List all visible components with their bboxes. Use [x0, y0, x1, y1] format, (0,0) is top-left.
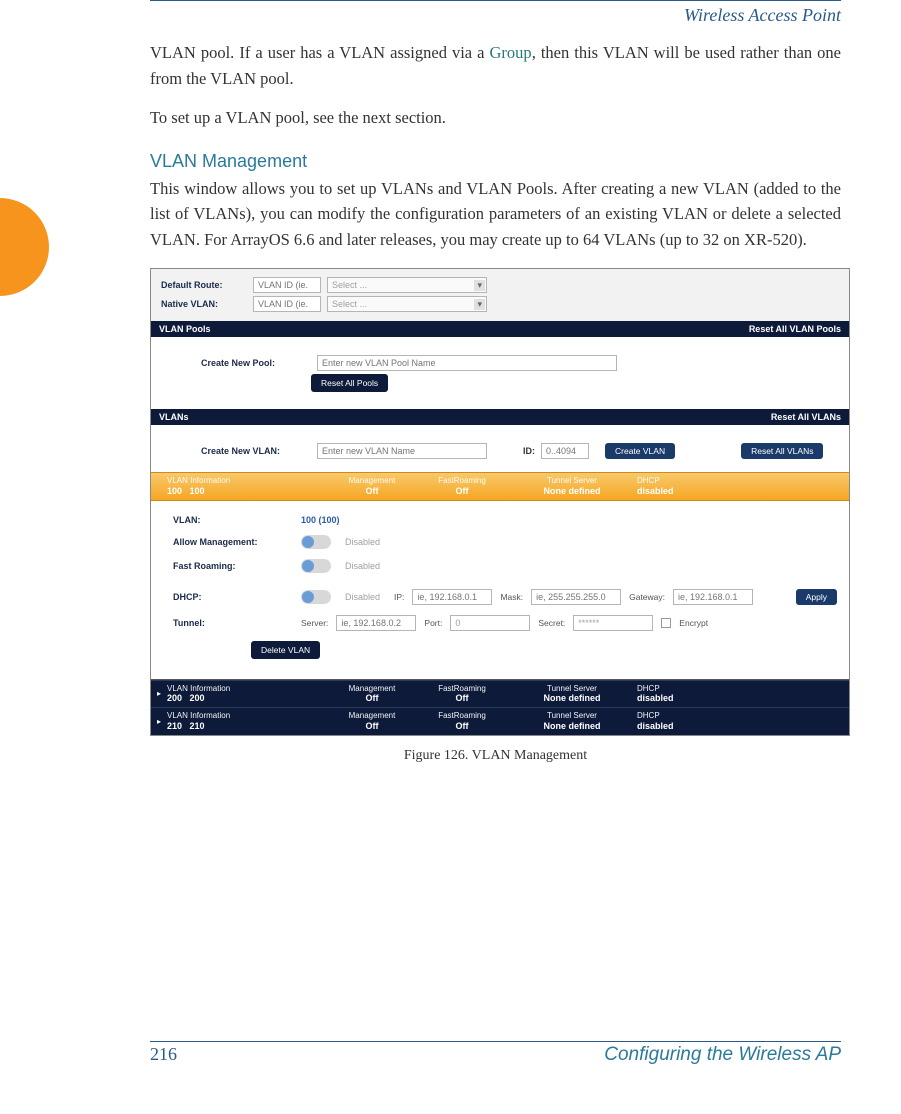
page-tab-decoration [0, 198, 49, 296]
vlan-row-100-header[interactable]: VLAN Information 100 100 Management Off … [151, 472, 849, 500]
vlan-management-screenshot: Default Route: Select ... Native VLAN: S… [150, 268, 850, 735]
delete-vlan-button[interactable]: Delete VLAN [251, 641, 320, 659]
caret-right-icon: ▸ [157, 689, 167, 698]
header-rule [150, 0, 841, 1]
tunnel-secret-input[interactable] [573, 615, 653, 631]
reset-all-pools-button[interactable]: Reset All Pools [311, 374, 388, 392]
detail-vlan-value: 100 (100) [301, 515, 340, 525]
reset-all-vlans-link[interactable]: Reset All VLANs [771, 412, 841, 422]
section-heading-vlan-management: VLAN Management [150, 151, 841, 172]
paragraph-3: This window allows you to set up VLANs a… [150, 176, 841, 253]
default-route-vlan-id-input[interactable] [253, 277, 321, 293]
create-vlan-name-input[interactable] [317, 443, 487, 459]
dhcp-label: DHCP: [173, 592, 293, 602]
vlans-create-body: Create New VLAN: ID: Create VLAN Reset A… [151, 425, 849, 472]
ip-input[interactable] [412, 589, 492, 605]
footer-chapter-title: Configuring the Wireless AP [604, 1044, 841, 1066]
vlans-title: VLANs [159, 412, 189, 422]
vlan-pools-body: Create New Pool: Reset All Pools [151, 337, 849, 409]
page-number: 216 [150, 1044, 177, 1065]
footer-rule [150, 1041, 841, 1042]
group-link[interactable]: Group [490, 43, 532, 62]
ip-label: IP: [394, 592, 404, 602]
tunnel-label: Tunnel: [173, 618, 293, 628]
figure-126: Default Route: Select ... Native VLAN: S… [150, 268, 841, 763]
paragraph-2: To set up a VLAN pool, see the next sect… [150, 105, 841, 131]
vlan-row-200-header[interactable]: ▸ VLAN Information 200 200 Management Of… [151, 680, 849, 707]
create-vlan-button[interactable]: Create VLAN [605, 443, 675, 459]
secret-label: Secret: [538, 618, 565, 628]
create-new-vlan-label: Create New VLAN: [201, 446, 311, 456]
dhcp-state: Disabled [345, 592, 380, 602]
running-header: Wireless Access Point [150, 5, 841, 26]
vlans-bar: VLANs Reset All VLANs [151, 409, 849, 425]
reset-all-vlan-pools-link[interactable]: Reset All VLAN Pools [749, 324, 841, 334]
create-vlan-id-input[interactable] [541, 443, 589, 459]
col-info-header: VLAN Information [167, 476, 327, 486]
vlan-pools-bar: VLAN Pools Reset All VLAN Pools [151, 321, 849, 337]
vlan-row-210-header[interactable]: ▸ VLAN Information 210 210 Management Of… [151, 707, 849, 734]
mask-input[interactable] [531, 589, 621, 605]
vlan-id-label: ID: [523, 446, 535, 456]
create-new-pool-label: Create New Pool: [201, 358, 311, 368]
tunnel-server-input[interactable] [336, 615, 416, 631]
allow-management-state: Disabled [345, 537, 380, 547]
top-config-area: Default Route: Select ... Native VLAN: S… [151, 269, 849, 321]
fast-roaming-state: Disabled [345, 561, 380, 571]
vlan-100-info: 100 100 [167, 486, 327, 497]
apply-button[interactable]: Apply [796, 589, 837, 605]
figure-caption: Figure 126. VLAN Management [150, 748, 841, 764]
detail-vlan-label: VLAN: [173, 515, 293, 525]
gateway-label: Gateway: [629, 592, 665, 602]
encrypt-label: Encrypt [679, 618, 708, 628]
mask-label: Mask: [500, 592, 523, 602]
fast-roaming-label: Fast Roaming: [173, 561, 293, 571]
server-label: Server: [301, 618, 328, 628]
page-footer: 216 Configuring the Wireless AP [150, 1041, 841, 1066]
vlan-100-detail: VLAN: 100 (100) Allow Management: Disabl… [151, 501, 849, 680]
native-vlan-select[interactable]: Select ... [327, 296, 487, 312]
vlan-pools-title: VLAN Pools [159, 324, 211, 334]
default-route-label: Default Route: [161, 280, 247, 290]
paragraph-1: VLAN pool. If a user has a VLAN assigned… [150, 40, 841, 91]
caret-right-icon: ▸ [157, 717, 167, 726]
create-pool-name-input[interactable] [317, 355, 617, 371]
dhcp-toggle[interactable] [301, 590, 331, 604]
encrypt-checkbox[interactable] [661, 618, 671, 628]
native-vlan-id-input[interactable] [253, 296, 321, 312]
native-vlan-label: Native VLAN: [161, 299, 247, 309]
tunnel-port-input[interactable] [450, 615, 530, 631]
fast-roaming-toggle[interactable] [301, 559, 331, 573]
gateway-input[interactable] [673, 589, 753, 605]
reset-all-vlans-button[interactable]: Reset All VLANs [741, 443, 823, 459]
allow-management-label: Allow Management: [173, 537, 293, 547]
allow-management-toggle[interactable] [301, 535, 331, 549]
para1-pre: VLAN pool. If a user has a VLAN assigned… [150, 43, 490, 62]
port-label: Port: [424, 618, 442, 628]
default-route-select[interactable]: Select ... [327, 277, 487, 293]
